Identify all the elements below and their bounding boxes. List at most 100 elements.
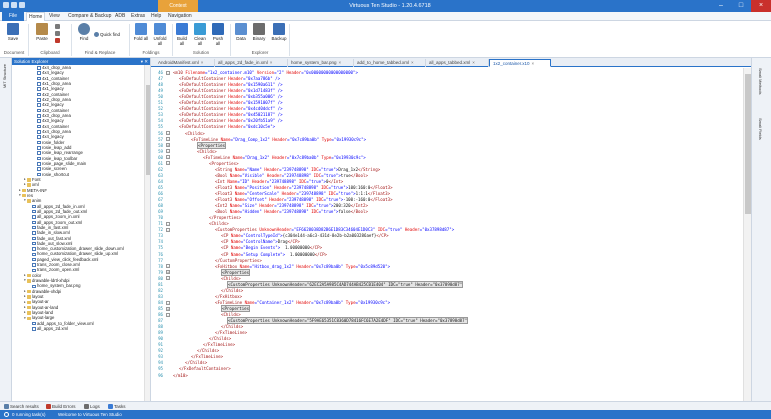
collapse-fold-icon[interactable]: -	[166, 300, 170, 305]
menu-help[interactable]: Help	[149, 12, 163, 21]
expand-fold-icon[interactable]: +	[166, 306, 170, 311]
editor-tab[interactable]: home_system_bar.png ×	[288, 59, 354, 67]
code-token: <Properties	[221, 268, 251, 276]
collapse-fold-icon[interactable]: -	[166, 137, 170, 142]
line-number: 76	[158, 251, 163, 257]
close-tab-icon[interactable]: ×	[472, 60, 475, 65]
backup-button[interactable]: Backup	[270, 23, 288, 41]
code-token: Name	[229, 172, 240, 178]
code-text: <Childs>	[185, 131, 205, 136]
menu-view[interactable]: View	[47, 12, 62, 21]
fold-all-button[interactable]: Fold all	[133, 23, 149, 41]
menu-navigation[interactable]: Navigation	[166, 12, 194, 21]
code-token: 1.00000000	[290, 251, 315, 257]
code-text: <FxDefaultContainer Header="0xdc10c5e">	[179, 124, 275, 129]
menu-adb[interactable]: ADB	[113, 12, 127, 21]
delete-button[interactable]	[55, 38, 61, 44]
code-text: <FxDefaultContainer Header="0x7aa786b" /…	[179, 76, 280, 81]
code-token: ">	[270, 124, 276, 130]
line-number: 50	[158, 94, 163, 100]
code-token: <FxDefaultContainer	[179, 124, 229, 130]
collapse-fold-icon[interactable]: -	[166, 276, 170, 281]
close-icon[interactable]: ×	[751, 0, 771, 12]
editor-scrollbar[interactable]	[743, 68, 751, 401]
search-results-tab[interactable]: Search results	[4, 403, 39, 410]
quick-save-icon[interactable]	[11, 2, 17, 8]
editor-tab[interactable]: AndroidManifest.xml ×	[155, 59, 215, 67]
data-button[interactable]: Data	[234, 23, 248, 41]
expand-fold-icon[interactable]: +	[166, 143, 170, 148]
editor-tab[interactable]: all_apps_2d_fade_in.xml ×	[215, 59, 288, 67]
pin-icon[interactable]: ▾ ✕	[141, 58, 148, 65]
editor-tab[interactable]: all_apps_tabbed.xml ×	[426, 59, 489, 67]
collapse-fold-icon[interactable]: -	[166, 312, 170, 317]
mit-structure-tab[interactable]: MIT Structure	[2, 64, 7, 88]
code-line: 92 </Childs>	[151, 348, 741, 353]
file-icon	[37, 172, 41, 177]
cut-button[interactable]	[55, 24, 61, 30]
logs-tab[interactable]: Logs	[84, 403, 100, 410]
minimize-icon[interactable]: –	[711, 0, 731, 12]
code-token: Begin Events	[245, 245, 276, 251]
tree-item-label: home_system_bar.png	[37, 283, 81, 289]
folder-icon	[27, 311, 31, 315]
quick-undo-icon[interactable]	[19, 2, 25, 8]
unfold-all-button[interactable]: Unfold all	[151, 23, 169, 46]
menu-home[interactable]: Home	[26, 12, 46, 21]
code-text: <CP Name="ControlTypeId">{c304e144-a6c3-…	[221, 233, 389, 238]
code-line: 79 + <Properties	[151, 268, 741, 276]
collapse-fold-icon[interactable]: -	[166, 155, 170, 160]
collapse-fold-icon[interactable]: -	[166, 161, 170, 166]
binary-icon	[253, 23, 265, 35]
collapse-fold-icon[interactable]: -	[166, 264, 170, 269]
smali-methods-tab[interactable]: Smali Methods	[758, 68, 763, 94]
code-token: <FxDefaultContainer	[179, 82, 229, 88]
paste-button[interactable]: Paste	[33, 23, 51, 41]
collapse-fold-icon[interactable]: -	[166, 149, 170, 154]
close-tab-icon[interactable]: ×	[411, 60, 414, 65]
smali-fields-tab[interactable]: Smali Fields	[758, 118, 763, 140]
save-button[interactable]: Save	[5, 23, 21, 41]
code-token: ">	[449, 227, 455, 233]
close-tab-icon[interactable]: ×	[201, 60, 204, 65]
bottom-panel-tabs: Search results Build Errors Logs Tasks	[0, 401, 771, 410]
tree-item-label: rosie_leap_rearrange	[42, 150, 83, 156]
line-number: 54	[158, 118, 163, 124]
collapse-fold-icon[interactable]: -	[166, 227, 170, 232]
binary-button[interactable]: Binary	[251, 23, 267, 41]
file-icon	[37, 119, 41, 123]
file-menu[interactable]: File	[2, 12, 24, 21]
solution-scrollbar[interactable]	[144, 65, 150, 401]
maximize-icon[interactable]: □	[731, 0, 751, 12]
copy-button[interactable]	[55, 31, 61, 37]
build-all-button[interactable]: Build all	[175, 23, 189, 46]
tree-file[interactable]: all_apps_2d.xml	[12, 326, 144, 331]
quick-find-button[interactable]: Quick find	[94, 32, 120, 38]
code-token: ">	[275, 245, 286, 251]
build-errors-tab[interactable]: Build Errors	[46, 403, 76, 410]
find-button[interactable]: Find	[76, 23, 92, 41]
editor-tab[interactable]: 1x2_container.x10 ×	[489, 59, 551, 67]
code-area[interactable]: 46- <m10 Filename="1x2_container.m10" Ver…	[151, 68, 743, 401]
busy-icon	[4, 412, 9, 417]
tree-item-label: trans_zoom_close.xml	[37, 262, 80, 268]
menu-compare-backup[interactable]: Compare & Backup	[66, 12, 113, 21]
clipboard-group-label: Clipboard	[40, 50, 60, 55]
clean-all-button[interactable]: Clean all	[192, 23, 208, 46]
expand-fold-icon[interactable]: +	[166, 270, 170, 275]
close-tab-icon[interactable]: ×	[270, 60, 273, 65]
tasks-tab[interactable]: Tasks	[108, 403, 126, 410]
file-icon	[37, 135, 41, 139]
editor-tab[interactable]: add_to_home_tabbed.xml ×	[354, 59, 426, 67]
code-token: Header	[269, 197, 285, 203]
close-tab-icon[interactable]: ×	[339, 60, 342, 65]
menu-extras[interactable]: Extras	[129, 12, 147, 21]
collapse-fold-icon[interactable]: -	[166, 221, 170, 226]
scroll-thumb[interactable]	[146, 85, 150, 175]
code-token: ">	[360, 154, 366, 160]
push-all-button[interactable]: Push all	[211, 23, 225, 46]
close-tab-icon[interactable]: ×	[532, 61, 535, 66]
file-icon	[32, 263, 36, 267]
collapse-fold-icon[interactable]: -	[166, 70, 170, 75]
collapse-fold-icon[interactable]: -	[166, 131, 170, 136]
